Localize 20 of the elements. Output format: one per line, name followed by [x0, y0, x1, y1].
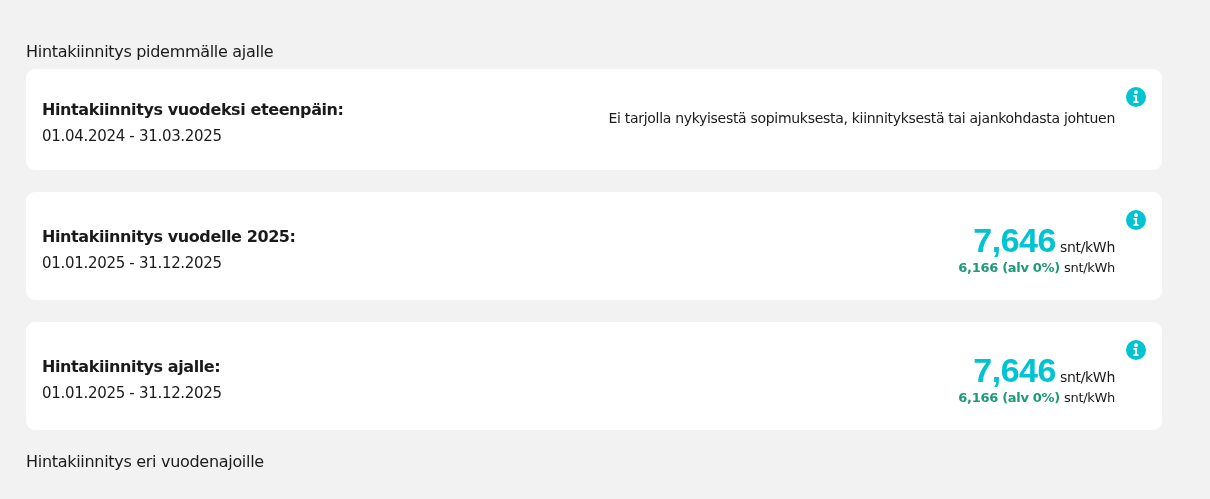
date-range: 01.01.2025 - 31.12.2025 — [42, 253, 223, 272]
date-range: 01.01.2025 - 31.12.2025 — [42, 383, 223, 402]
card-title: Hintakiinnitys vuodelle 2025: — [42, 226, 297, 246]
info-icon[interactable] — [1126, 210, 1146, 230]
price-unit: snt/kWh — [1064, 260, 1115, 275]
section-heading: Hintakiinnitys eri vuodenajoille — [26, 452, 265, 471]
price-unit: snt/kWh — [1064, 390, 1115, 405]
info-icon[interactable] — [1126, 340, 1146, 360]
price-value: 7,646 — [973, 351, 1056, 390]
price-unit: snt/kWh — [1059, 239, 1115, 255]
price-value: 7,646 — [973, 221, 1056, 260]
card-title: Hintakiinnitys ajalle: — [42, 356, 222, 376]
card-title: Hintakiinnitys vuodeksi eteenpäin: — [42, 100, 345, 119]
vat-free-price: 6,166 (alv 0%) — [958, 390, 1060, 405]
unavailable-note: Ei tarjolla nykyisestä sopimuksesta, kiinnityksestä tai ajankohdasta johtuen — [608, 109, 1115, 126]
section-heading: Hintakiinnitys pidemmälle ajalle — [26, 42, 275, 61]
price-unit: snt/kWh — [1059, 369, 1115, 385]
vat-free-price: 6,166 (alv 0%) — [958, 260, 1060, 275]
date-range: 01.04.2024 - 31.03.2025 — [42, 127, 223, 145]
info-icon[interactable] — [1126, 87, 1146, 107]
